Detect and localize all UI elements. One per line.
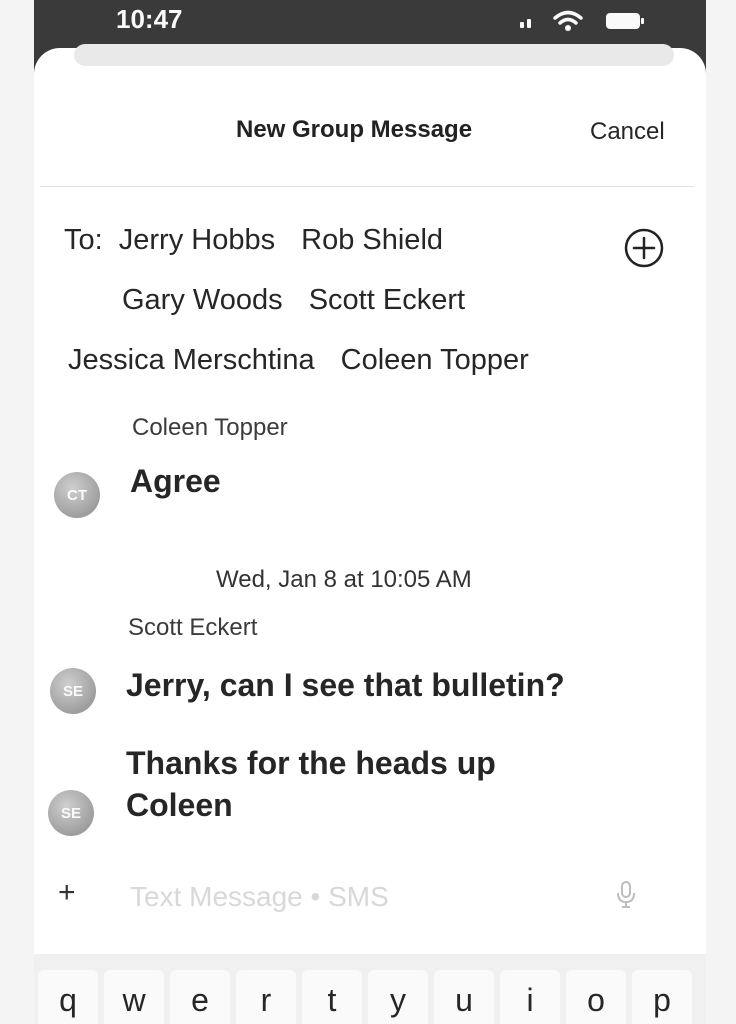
key-t[interactable]: t bbox=[302, 970, 362, 1024]
recipient-chip[interactable]: Jessica Merschtina bbox=[68, 344, 315, 376]
avatar[interactable]: SE bbox=[48, 790, 94, 836]
battery-icon bbox=[605, 11, 645, 31]
sender-name: Scott Eckert bbox=[128, 614, 258, 641]
message-bubble-text[interactable]: Thanks for the heads up Coleen bbox=[126, 742, 546, 826]
status-icons bbox=[520, 10, 645, 32]
page-title: New Group Message bbox=[236, 116, 473, 143]
header-divider bbox=[40, 186, 694, 187]
keyboard: q w e r t y u i o p bbox=[34, 954, 706, 1024]
recipient-chip[interactable]: Coleen Topper bbox=[341, 344, 529, 376]
sheet-background-edge bbox=[74, 44, 674, 66]
key-p[interactable]: p bbox=[632, 970, 692, 1024]
plus-icon[interactable]: + bbox=[58, 876, 76, 910]
recipient-chip[interactable]: Jerry Hobbs bbox=[119, 224, 275, 256]
recipients-line-3: Jessica Merschtina Coleen Topper bbox=[68, 344, 529, 377]
recipient-chip[interactable]: Rob Shield bbox=[301, 224, 443, 256]
add-recipient-button[interactable] bbox=[622, 226, 666, 270]
plus-circle-icon bbox=[624, 228, 664, 268]
microphone-icon[interactable] bbox=[614, 880, 638, 915]
signal-bars-icon bbox=[520, 14, 531, 28]
keyboard-row-1: q w e r t y u i o p bbox=[38, 970, 692, 1024]
key-u[interactable]: u bbox=[434, 970, 494, 1024]
compose-bar: + bbox=[34, 868, 706, 924]
to-label: To: bbox=[64, 224, 103, 256]
key-o[interactable]: o bbox=[566, 970, 626, 1024]
key-q[interactable]: q bbox=[38, 970, 98, 1024]
avatar[interactable]: SE bbox=[50, 668, 96, 714]
avatar[interactable]: CT bbox=[54, 472, 100, 518]
message-bubble-text[interactable]: Agree bbox=[130, 460, 221, 502]
recipients-line-2: Gary Woods Scott Eckert bbox=[122, 284, 465, 317]
key-e[interactable]: e bbox=[170, 970, 230, 1024]
recipient-chip[interactable]: Scott Eckert bbox=[309, 284, 465, 316]
key-i[interactable]: i bbox=[500, 970, 560, 1024]
status-time: 10:47 bbox=[116, 4, 183, 34]
new-message-sheet: New Group Message Cancel To: Jerry Hobbs… bbox=[34, 44, 706, 1024]
message-input[interactable] bbox=[130, 878, 590, 916]
message-bubble-text[interactable]: Jerry, can I see that bulletin? bbox=[126, 664, 565, 706]
cancel-button[interactable]: Cancel bbox=[590, 118, 665, 146]
recipients-line-1: To: Jerry Hobbs Rob Shield bbox=[64, 224, 443, 257]
recipient-chip[interactable]: Gary Woods bbox=[122, 284, 283, 316]
sender-name: Coleen Topper bbox=[132, 414, 288, 441]
key-w[interactable]: w bbox=[104, 970, 164, 1024]
message-timestamp: Wed, Jan 8 at 10:05 AM bbox=[216, 566, 472, 593]
key-y[interactable]: y bbox=[368, 970, 428, 1024]
key-r[interactable]: r bbox=[236, 970, 296, 1024]
wifi-icon bbox=[553, 10, 583, 32]
